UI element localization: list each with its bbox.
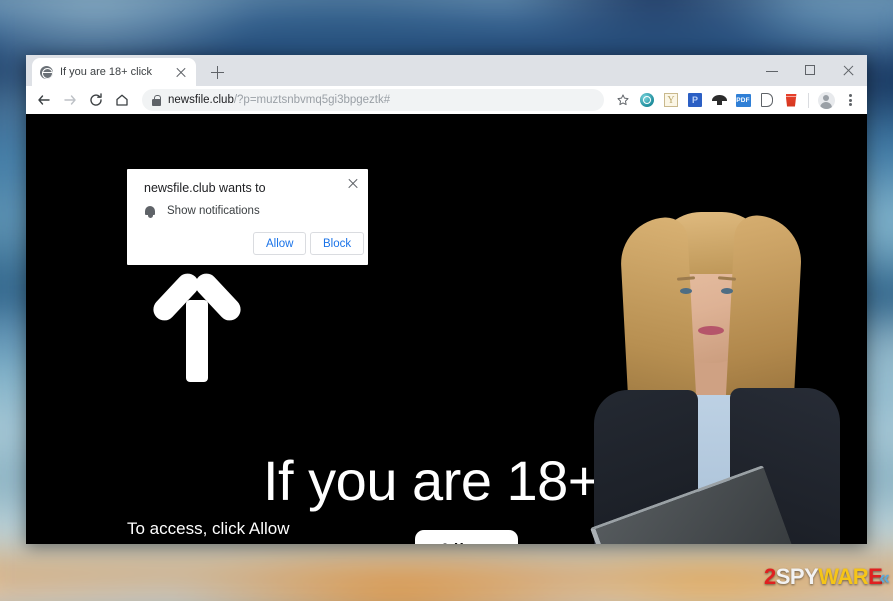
profile-avatar-icon[interactable] [815, 89, 837, 111]
watermark-war: WAR [818, 564, 869, 589]
maximize-button[interactable] [791, 55, 829, 86]
toolbar-divider [808, 92, 809, 108]
new-tab-button[interactable] [203, 58, 231, 86]
lips [698, 326, 724, 335]
home-icon[interactable] [110, 88, 134, 112]
three-dot-menu-icon[interactable] [839, 89, 861, 111]
url-text: newsfile.club/?p=muztsnbvmq5gi3bpgeztk# [168, 94, 390, 106]
eye-left [680, 288, 692, 294]
up-arrow-icon [148, 264, 246, 382]
reload-icon[interactable] [84, 88, 108, 112]
watermark-spy: SPY [775, 564, 819, 589]
url-path: /?p=muztsnbvmq5gi3bpgeztk# [233, 94, 391, 106]
search-extension-icon[interactable] [636, 89, 658, 111]
close-tab-icon[interactable] [174, 65, 188, 79]
tab-title: If you are 18+ click [60, 66, 153, 78]
url-domain: newsfile.club [168, 94, 234, 106]
arrow-shaft [186, 300, 208, 382]
yandex-extension-icon[interactable]: Y [660, 89, 682, 111]
watermark-2: 2 [764, 564, 776, 589]
site-watermark: 2SPYWARE« [764, 564, 890, 590]
pdf-extension-icon[interactable]: PDF [732, 89, 754, 111]
notification-title: newsfile.club wants to [144, 181, 266, 195]
page-allow-button[interactable]: Allow [415, 530, 518, 544]
browser-tab[interactable]: If you are 18+ click [32, 58, 196, 86]
notification-allow-button[interactable]: Allow [253, 232, 307, 255]
close-notification-icon[interactable] [346, 176, 360, 190]
notification-permission-label: Show notifications [167, 205, 260, 217]
back-icon[interactable] [32, 88, 56, 112]
minimize-button[interactable] [753, 55, 791, 86]
dark-fan-extension-icon[interactable] [708, 89, 730, 111]
close-window-button[interactable] [829, 55, 867, 86]
toolbar-actions: Y P PDF [612, 89, 861, 111]
watermark-chevron-icon: « [879, 568, 890, 589]
page-extension-icon[interactable] [756, 89, 778, 111]
page-viewport: If you are 18+ click To access, click Al… [26, 114, 867, 544]
tab-strip: If you are 18+ click [26, 55, 867, 86]
globe-icon [40, 65, 53, 79]
presenter-photo [582, 200, 867, 544]
notification-permission-dialog: newsfile.club wants to Show notification… [127, 169, 368, 265]
bookmark-star-icon[interactable] [612, 89, 634, 111]
page-subtext: To access, click Allow [127, 519, 290, 538]
bell-icon [144, 205, 156, 218]
forward-icon[interactable] [58, 88, 82, 112]
red-cup-extension-icon[interactable] [780, 89, 802, 111]
lock-icon [152, 94, 161, 106]
eye-right [721, 288, 733, 294]
browser-window: If you are 18+ click newsfile.club/?p=mu… [26, 55, 867, 544]
blue-p-extension-icon[interactable]: P [684, 89, 706, 111]
notification-block-button[interactable]: Block [310, 232, 365, 255]
address-bar[interactable]: newsfile.club/?p=muztsnbvmq5gi3bpgeztk# [142, 89, 604, 111]
window-controls [753, 55, 867, 86]
browser-toolbar: newsfile.club/?p=muztsnbvmq5gi3bpgeztk# … [26, 86, 867, 114]
